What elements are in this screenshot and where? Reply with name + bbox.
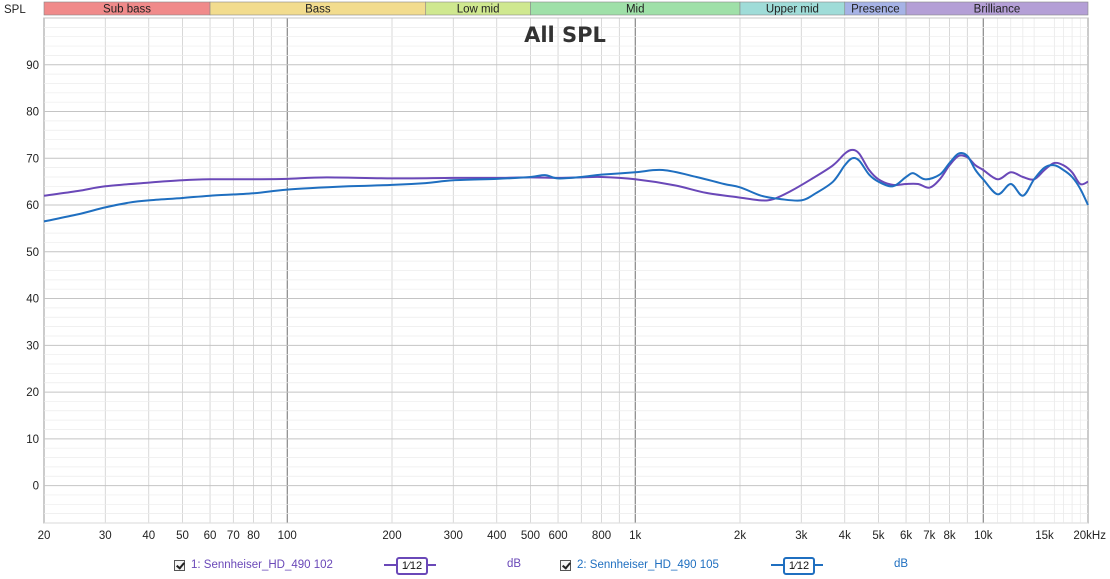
x-tick-label: 8k [943, 530, 955, 542]
series-2-smoothing: 1⁄12 [783, 557, 815, 575]
legend-item-1[interactable]: 1: Sennheiser_HD_490 102 [174, 556, 333, 574]
y-tick-label: 70 [26, 153, 39, 165]
legend-2-controls: 1⁄12 dB [771, 556, 911, 575]
series-1-checkbox[interactable] [174, 559, 185, 571]
y-tick-label: 50 [26, 247, 39, 259]
x-tick-label: 60 [204, 530, 217, 542]
y-tick-labels: 0 10 20 30 40 50 60 70 80 90 [26, 60, 39, 493]
x-tick-label: 20 [38, 530, 51, 542]
y-tick-label: 90 [26, 60, 39, 72]
band-label: Bass [305, 4, 331, 16]
x-tick-label: 200 [382, 530, 401, 542]
series-1-unit: dB [507, 558, 522, 570]
y-tick-label: 80 [26, 107, 39, 119]
band-label: Sub bass [103, 4, 151, 16]
y-tick-label: 10 [26, 434, 39, 446]
x-tick-label: 7k [923, 530, 935, 542]
x-tick-label: 80 [247, 530, 260, 542]
series-1-smoothing: 1⁄12 [396, 557, 428, 575]
x-tick-label: 30 [99, 530, 112, 542]
x-tick-label: 1k [629, 530, 641, 542]
band-label: Low mid [457, 4, 500, 16]
band-label: Mid [626, 4, 645, 16]
series-2-unit: dB [894, 558, 909, 570]
grid [43, 17, 1089, 524]
y-axis-label: SPL [4, 4, 26, 16]
legend-item-2[interactable]: 2: Sennheiser_HD_490 105 [560, 556, 719, 574]
x-tick-label: 20kHz [1073, 530, 1106, 542]
x-tick-label: 5k [872, 530, 884, 542]
x-tick-label: 4k [839, 530, 851, 542]
series-1-line [43, 148, 1089, 202]
y-tick-label: 60 [26, 200, 39, 212]
spl-chart: SPL Sub bass Bass Low mid Mid Upper mid Prese… [4, 1, 1107, 542]
band-label: Brilliance [974, 4, 1021, 16]
x-tick-label: 6k [900, 530, 912, 542]
x-tick-label: 10k [974, 530, 993, 542]
x-tick-label: 400 [487, 530, 506, 542]
x-tick-label: 2k [734, 530, 746, 542]
series-1-smoothing-control[interactable]: 1⁄12 [384, 556, 436, 575]
legend-1-controls: 1⁄12 dB [384, 556, 524, 575]
y-tick-label: 20 [26, 387, 39, 399]
y-tick-label: 40 [26, 294, 39, 306]
series-1-name: 1: Sennheiser_HD_490 102 [191, 559, 333, 571]
x-tick-labels: 20 30 40 50 60 70 80 100 200 300 400 500 600 800 1k 2k 3… [38, 530, 1107, 542]
series-2-name: 2: Sennheiser_HD_490 105 [577, 559, 719, 571]
band-label: Upper mid [766, 4, 819, 16]
series-lines [43, 148, 1089, 223]
band-label: Presence [851, 4, 900, 16]
chart-title: All SPL [524, 23, 606, 47]
x-tick-label: 600 [548, 530, 567, 542]
x-tick-label: 70 [227, 530, 240, 542]
x-tick-label: 300 [444, 530, 463, 542]
x-tick-label: 15k [1035, 530, 1054, 542]
frequency-bands: Sub bass Bass Low mid Mid Upper mid Presence B… [43, 1, 1089, 16]
series-2-smoothing-control[interactable]: 1⁄12 [771, 556, 823, 575]
x-tick-label: 800 [592, 530, 611, 542]
y-tick-label: 0 [33, 481, 39, 493]
x-tick-label: 3k [795, 530, 807, 542]
series-2-checkbox[interactable] [560, 559, 571, 571]
x-tick-label: 100 [278, 530, 297, 542]
x-tick-label: 50 [176, 530, 189, 542]
y-tick-label: 30 [26, 340, 39, 352]
x-tick-label: 500 [521, 530, 540, 542]
x-tick-label: 40 [142, 530, 155, 542]
